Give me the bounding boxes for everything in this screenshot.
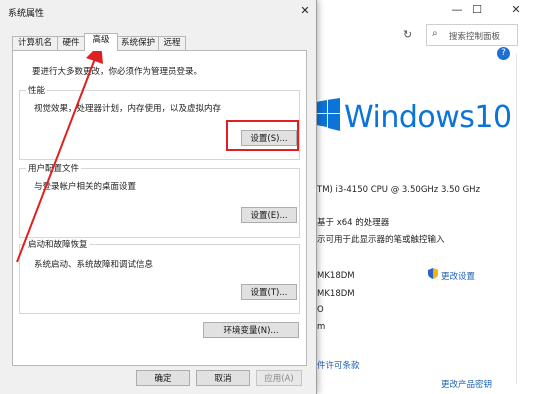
refresh-icon[interactable]: ↻ (403, 28, 412, 41)
performance-label: 性能 (26, 84, 48, 96)
system-properties-dialog: 系统属性 ✕ 计算机名 硬件 高级 系统保护 远程 要进行大多数更改，你必须作为… (0, 0, 317, 394)
domain-value: m (317, 322, 326, 332)
scrollbar[interactable] (516, 54, 517, 384)
tab-hardware[interactable]: 硬件 (57, 36, 85, 50)
tab-remote[interactable]: 远程 (158, 36, 186, 50)
ok-button[interactable]: 确定 (136, 370, 190, 386)
tab-computer-name[interactable]: 计算机名 (12, 36, 58, 50)
dialog-title: 系统属性 (8, 9, 45, 19)
highlight-box (226, 120, 299, 151)
apply-button[interactable]: 应用(A) (256, 370, 302, 386)
advanced-tab-panel: 要进行大多数更改，你必须作为管理员登录。 性能 视觉效果，处理器计划，内存使用，… (12, 50, 307, 366)
minimize-icon[interactable]: — (446, 2, 468, 18)
license-terms-link[interactable]: 件许可条款 (317, 359, 360, 371)
shield-icon (428, 268, 438, 279)
tab-system-protection[interactable]: 系统保护 (117, 36, 159, 50)
change-settings-link[interactable]: 更改设置 (441, 270, 475, 282)
environment-variables-button[interactable]: 环境变量(N)... (203, 322, 299, 338)
processor-value: TM) i3-4150 CPU @ 3.50GHz 3.50 GHz (317, 185, 481, 195)
user-profiles-description: 与登录帐户相关的桌面设置 (34, 182, 137, 192)
search-control-panel-input[interactable]: ⌕ 搜索控制面板 (426, 24, 518, 46)
search-placeholder: 搜索控制面板 (449, 32, 501, 42)
tab-advanced[interactable]: 高级 (84, 33, 118, 51)
user-profiles-label: 用户配置文件 (26, 162, 82, 174)
startup-recovery-description: 系统启动、系统故障和调试信息 (34, 260, 154, 270)
search-icon: ⌕ (432, 28, 438, 39)
maximize-icon[interactable]: ☐ (466, 2, 488, 18)
pen-touch-value: 示可用于此显示器的笔或触控输入 (317, 235, 445, 245)
startup-recovery-group: 启动和故障恢复 系统启动、系统故障和调试信息 设置(T)... (19, 238, 300, 314)
system-type-value: 基于 x64 的处理器 (317, 218, 390, 228)
cancel-button[interactable]: 取消 (196, 370, 250, 386)
windows-brand-text: Windows10 (344, 100, 512, 135)
startup-recovery-label: 启动和故障恢复 (26, 238, 90, 250)
performance-description: 视觉效果，处理器计划，内存使用，以及虚拟内存 (34, 104, 222, 114)
workgroup-value: O (317, 305, 324, 315)
admin-note: 要进行大多数更改，你必须作为管理员登录。 (32, 67, 203, 77)
user-profiles-settings-button[interactable]: 设置(E)... (241, 207, 297, 223)
change-product-key-link[interactable]: 更改产品密钥 (441, 378, 492, 390)
full-computer-name-value: MK18DM (317, 289, 355, 299)
user-profiles-group: 用户配置文件 与登录帐户相关的桌面设置 设置(E)... (19, 162, 300, 238)
windows-logo-icon (316, 98, 340, 131)
close-icon[interactable]: ✕ (298, 4, 312, 18)
computer-name-value: MK18DM (317, 271, 355, 281)
startup-recovery-settings-button[interactable]: 设置(T)... (241, 284, 297, 300)
close-window-icon[interactable]: ✕ (505, 2, 527, 18)
help-icon[interactable]: ? (497, 47, 510, 60)
